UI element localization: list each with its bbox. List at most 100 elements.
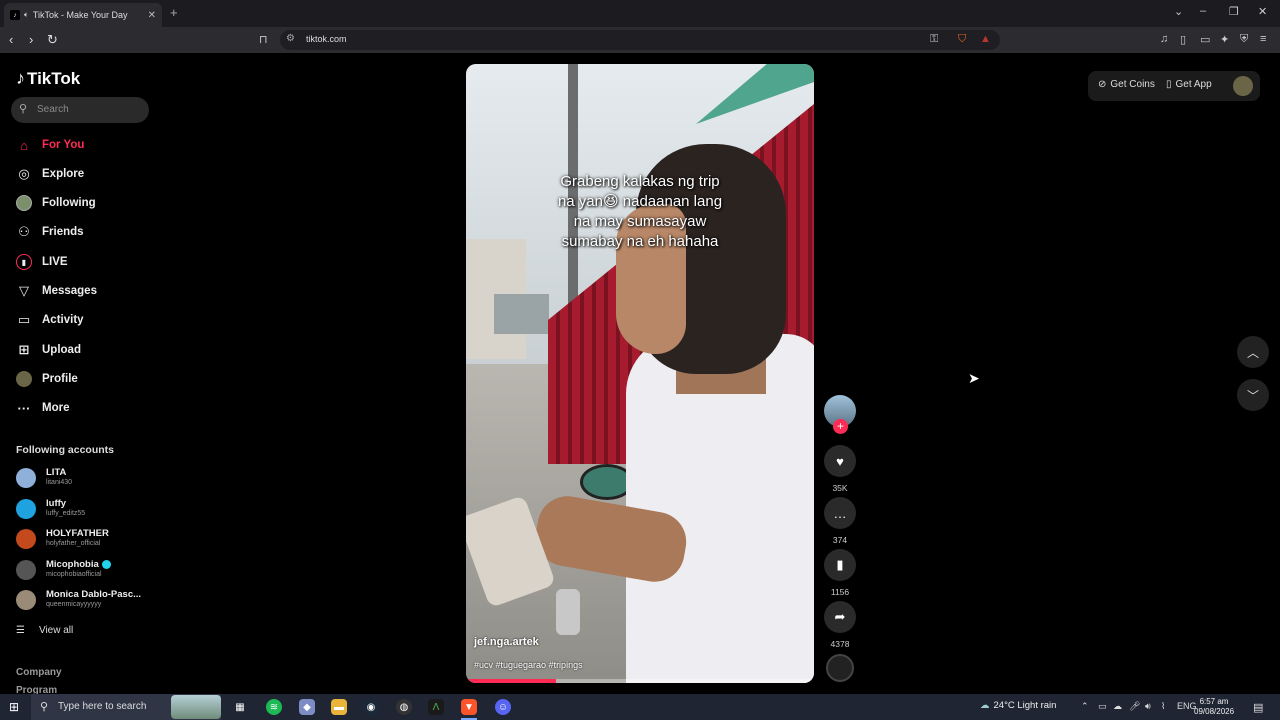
nav-live[interactable]: ▮ LIVE [16,251,68,273]
notifications-icon[interactable]: ▤ [1253,701,1263,714]
close-window-icon[interactable]: ✕ [1258,5,1267,18]
coin-icon: ⊘ [1098,79,1107,90]
comment-icon[interactable]: … [824,497,856,529]
weather-widget[interactable]: ☁ 24°C Light rain [980,700,1056,711]
address-bar[interactable]: ⚙ tiktok.com ⚿ [280,30,1000,50]
nav-upload[interactable]: ⊞ Upload [16,339,81,361]
brave-browser-icon[interactable]: ▼ [461,699,477,715]
wifi-icon[interactable]: ⌇ [1161,701,1165,712]
save-action[interactable]: ▮ 1156 [824,549,856,597]
nav-profile[interactable]: Profile [16,368,78,390]
account-item[interactable]: Monica Dablo-Pasc... queenmicayyyyyy [16,587,156,613]
video-progress-bar[interactable] [466,679,814,683]
account-handle: holyfather_official [46,540,101,547]
bookmark-save-icon[interactable]: ▮ [824,549,856,581]
restore-icon[interactable]: ❐ [1229,5,1239,18]
previous-video-button[interactable]: ︿ [1237,336,1269,368]
tab-list-chevron-icon[interactable]: ⌄ [1174,5,1183,18]
video-author[interactable]: jef.nga.artek [474,636,539,648]
account-item[interactable]: Micophobia micophobiaofficial [16,557,156,583]
spotify-icon[interactable]: ≋ [266,699,282,715]
tray-app-icon[interactable]: ▭ [1098,701,1107,712]
github-icon[interactable]: ◍ [396,699,412,715]
nav-following[interactable]: Following [16,192,96,214]
onedrive-icon[interactable]: ☁ [1113,701,1122,712]
view-all-link[interactable]: ☰ View all [16,625,73,636]
nav-explore[interactable]: ◎ Explore [16,163,84,185]
forward-icon[interactable]: › [29,32,33,47]
windows-taskbar: ⊞ ⚲ Type here to search ▦ ≋ ◆ ▬ ◉ ◍ Λ ▼ … [0,694,1280,720]
bookmark-icon[interactable]: ⊓ [259,33,268,46]
next-video-button[interactable]: ﹀ [1237,379,1269,411]
like-action[interactable]: ♥ 35K [824,445,856,493]
windows-start-icon[interactable]: ⊞ [9,700,19,714]
taskbar-search[interactable]: ⚲ Type here to search [31,694,221,720]
minimize-icon[interactable]: – [1200,5,1206,17]
system-clock[interactable]: 6:57 am 09/08/2026 [1194,697,1234,717]
discord-icon[interactable]: ☺ [495,699,511,715]
share-action[interactable]: ➦ 4378 [824,601,856,649]
avatar [16,468,36,488]
video-caption: Grabeng kalakas ng trip na yan😆 nadaanan… [550,172,730,252]
volume-icon[interactable]: 🔊︎ [1145,701,1151,712]
browser-tab[interactable]: ♪ 🔈︎ TikTok - Make Your Day ✕ [4,3,162,27]
music-icon[interactable]: ♫ [1160,33,1168,45]
friends-icon: ⚇ [18,224,30,239]
nav-friends[interactable]: ⚇ Friends [16,221,84,243]
get-coins-label: Get Coins [1110,79,1155,90]
caption-line: sumabay na eh hahaha [561,233,719,250]
share-icon[interactable]: ➦ [824,601,856,633]
nav-label: Friends [42,226,84,238]
task-view-icon[interactable]: ▦ [232,699,248,715]
vpn-icon[interactable]: ⛨ [1240,33,1248,46]
new-tab-button[interactable]: + [170,5,178,20]
back-icon[interactable]: ‹ [9,32,13,47]
wallet-icon[interactable]: ▭ [1200,33,1210,46]
user-avatar[interactable] [1233,76,1253,96]
music-disc-icon[interactable] [826,654,854,682]
nav-label: LIVE [42,256,68,268]
following-accounts-heading: Following accounts [16,444,115,456]
nav-more[interactable]: ··· More [16,397,70,419]
speaker-icon[interactable]: 🔈︎ [24,10,29,20]
account-item[interactable]: LITA litani430 [16,465,156,491]
tray-chevron-icon[interactable]: ⌃ [1081,701,1089,712]
app-icon[interactable]: ◆ [299,699,315,715]
comment-action[interactable]: … 374 [824,497,856,545]
steam-icon[interactable]: ◉ [363,699,379,715]
tiktok-favicon-icon: ♪ [10,10,20,20]
footer-company-link[interactable]: Company [16,667,62,678]
video-hashtags[interactable]: #ucv #tuguegarao #tripings [474,660,583,670]
close-tab-icon[interactable]: ✕ [148,10,156,21]
get-coins-button[interactable]: ⊘ Get Coins [1098,79,1155,90]
taskbar-search-placeholder: Type here to search [58,701,147,712]
account-item[interactable]: HOLYFATHER holyfather_official [16,526,156,552]
nav-for-you[interactable]: ⌂ For You [16,134,84,156]
key-icon[interactable]: ⚿ [930,33,938,46]
brave-rewards-icon[interactable]: ▲ [980,33,991,45]
menu-icon[interactable]: ≡ [1260,33,1266,45]
nav-label: More [42,402,70,414]
sidebar-icon[interactable]: ▯ [1180,33,1186,46]
nav-messages[interactable]: ▽ Messages [16,280,97,302]
account-item[interactable]: luffy luffy_editz55 [16,496,156,522]
account-handle: luffy_editz55 [46,510,86,517]
tiktok-logo[interactable]: ♪ TikTok [16,68,80,89]
account-handle: micophobiaofficial [46,571,102,578]
nav-activity[interactable]: ▭ Activity [16,309,84,331]
home-icon: ⌂ [20,137,28,153]
site-settings-icon[interactable]: ⚙ [286,33,295,44]
reload-icon[interactable]: ↻ [47,32,58,48]
microphone-icon[interactable]: 🎤︎ [1129,701,1140,712]
nvidia-icon[interactable]: Λ [428,699,444,715]
brave-shield-icon[interactable]: ⛉ [958,33,966,46]
get-app-button[interactable]: ▯ Get App [1166,79,1212,90]
follow-plus-icon[interactable]: + [833,419,848,434]
search-box[interactable]: ⚲ Search [11,97,149,123]
file-explorer-icon[interactable]: ▬ [331,699,347,715]
leo-ai-icon[interactable]: ✦ [1220,33,1229,46]
following-avatar-icon [16,195,32,211]
more-icon: ··· [17,400,31,416]
heart-icon[interactable]: ♥ [824,445,856,477]
video-player[interactable]: Grabeng kalakas ng trip na yan😆 nadaanan… [466,64,814,683]
